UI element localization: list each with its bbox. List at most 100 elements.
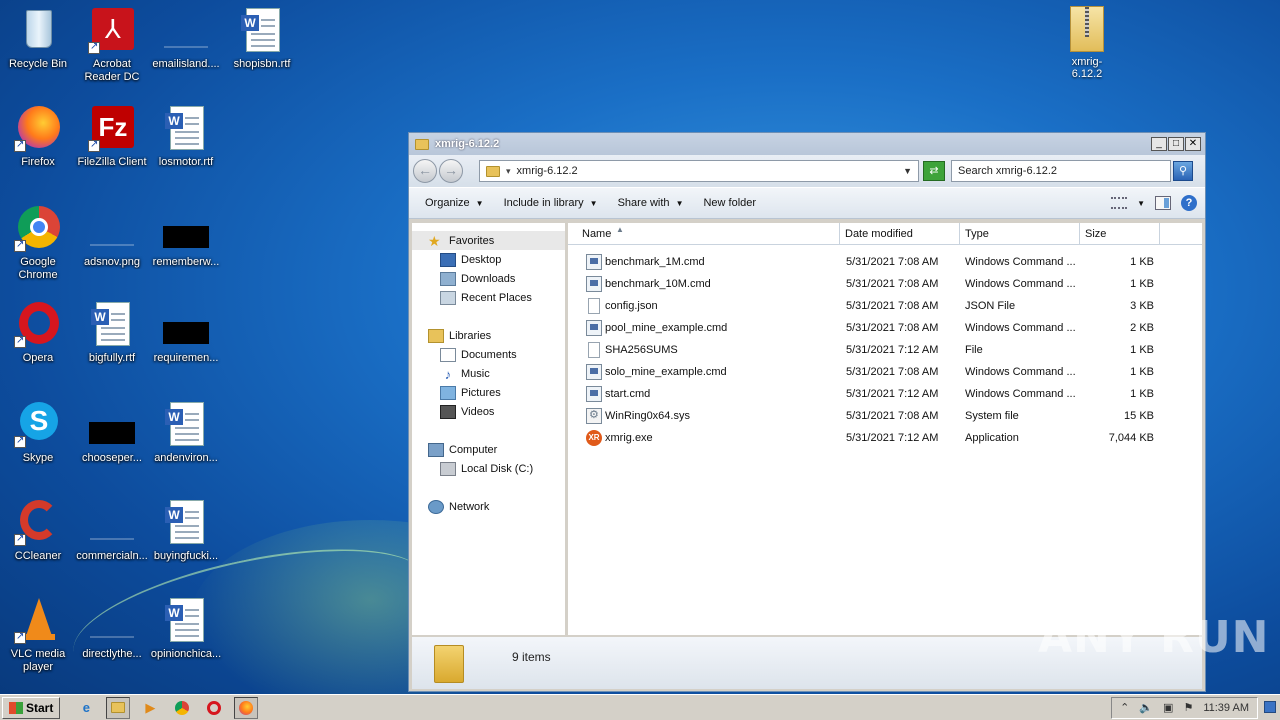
nav-videos[interactable]: Videos [412,402,565,421]
desktop-icon-shopisbn[interactable]: W shopisbn.rtf [224,6,300,71]
table-row[interactable]: benchmark_10M.cmd 5/31/2021 7:08 AM Window… [568,273,1202,295]
breadcrumb-chevron-icon[interactable]: ▾ [506,166,511,177]
file-name-cell[interactable]: solo_mine_example.cmd [568,364,840,380]
search-icon[interactable]: ⚲ [1173,161,1193,181]
nav-favorites[interactable]: ★ Favorites [412,231,565,250]
desktop-icon-skype[interactable]: S Skype [0,400,76,465]
title-bar[interactable]: xmrig-6.12.2 _ □ ✕ [409,133,1205,155]
speaker-icon[interactable]: 🔈 [1139,701,1153,714]
nav-downloads[interactable]: Downloads [412,269,565,288]
table-row[interactable]: start.cmd 5/31/2021 7:12 AM Windows Comman… [568,383,1202,405]
desktop-icon-vlc[interactable]: VLC media player [0,596,76,674]
desktop-icon-google-chrome[interactable]: Google Chrome [0,204,76,282]
table-row[interactable]: XR xmrig.exe 5/31/2021 7:12 AM Application 7… [568,427,1202,449]
file-name-cell[interactable]: WinRing0x64.sys [568,408,840,424]
flag-icon[interactable]: ⚑ [1183,701,1193,714]
help-icon[interactable]: ? [1181,195,1197,211]
desktop-icon-losmotor[interactable]: W losmotor.rtf [148,104,224,169]
table-row[interactable]: config.json 5/31/2021 7:08 AM JSON File 3 K… [568,295,1202,317]
file-name-cell[interactable]: config.json [568,298,840,314]
show-desktop-button[interactable] [1264,701,1276,713]
desktop-icon-andenviron[interactable]: W andenviron... [148,400,224,465]
column-header-date[interactable]: Date modified [840,223,960,244]
start-button[interactable]: Start [2,696,61,719]
file-icon [162,300,210,348]
column-header-name[interactable]: Name ▲ [568,223,840,244]
file-name-cell[interactable]: benchmark_1M.cmd [568,254,840,270]
desktop-icon-directlythe[interactable]: directlythe... [74,596,150,661]
nav-music[interactable]: ♪ Music [412,364,565,383]
network-tray-icon[interactable]: ▣ [1163,701,1173,714]
chevron-down-icon[interactable]: ▼ [1137,199,1145,208]
firefox-taskbar-icon[interactable] [234,696,259,719]
chevron-up-icon[interactable]: ⌃ [1120,701,1129,714]
column-header-type[interactable]: Type [960,223,1080,244]
change-view-icon[interactable] [1111,197,1128,209]
file-name-cell[interactable]: SHA256SUMS [568,342,840,358]
close-button[interactable]: ✕ [1185,137,1201,151]
desktop-icon-bigfully[interactable]: W bigfully.rtf [74,300,150,365]
file-name-cell[interactable]: pool_mine_example.cmd [568,320,840,336]
maximize-button[interactable]: □ [1168,137,1184,151]
nav-network[interactable]: Network [412,497,565,516]
network-icon [428,499,444,514]
desktop-icon-acrobat[interactable]: ⅄ Acrobat Reader DC [74,6,150,84]
nav-libraries[interactable]: Libraries [412,326,565,345]
videos-icon [440,404,456,419]
breadcrumb[interactable]: xmrig-6.12.2 [517,165,578,177]
clock[interactable]: 11:39 AM [1203,702,1249,714]
share-with-menu[interactable]: Share with ▼ [608,197,694,209]
desktop-icon-chooseper[interactable]: chooseper... [74,400,150,465]
desktop-icon-adsnov[interactable]: adsnov.png [74,204,150,269]
table-row[interactable]: WinRing0x64.sys 5/31/2021 7:08 AM System f… [568,405,1202,427]
file-name: xmrig.exe [605,432,653,444]
include-in-library-menu[interactable]: Include in library ▼ [494,197,608,209]
file-rows: benchmark_1M.cmd 5/31/2021 7:08 AM Windows… [568,245,1202,449]
preview-pane-icon[interactable] [1155,196,1171,210]
desktop-icon-opera[interactable]: Opera [0,300,76,365]
desktop-icon-opinionchica[interactable]: W opinionchica... [148,596,224,661]
desktop-icon-firefox[interactable]: Firefox [0,104,76,169]
forward-button[interactable]: → [439,159,463,183]
media-player-icon[interactable]: ▶ [138,697,162,719]
refresh-button[interactable]: ⇄ [923,161,945,181]
desktop-icon-emailisland[interactable]: emailisland.... [148,6,224,71]
internet-explorer-icon[interactable]: e [74,697,98,719]
nav-computer[interactable]: Computer [412,440,565,459]
cmd-file-icon [586,386,602,402]
nav-recent-places[interactable]: Recent Places [412,288,565,307]
chrome-taskbar-icon[interactable] [170,697,194,719]
file-name-cell[interactable]: benchmark_10M.cmd [568,276,840,292]
new-folder-button[interactable]: New folder [693,197,766,209]
desktop-icon-commercialn[interactable]: commercialn... [74,498,150,563]
column-header-size[interactable]: Size [1080,223,1160,244]
desktop-icon-ccleaner[interactable]: CCleaner [0,498,76,563]
desktop-icon-filezilla[interactable]: Fz FileZilla Client [74,104,150,169]
back-button[interactable]: ← [413,159,437,183]
file-name: pool_mine_example.cmd [605,322,728,334]
date-modified-cell: 5/31/2021 7:08 AM [846,256,939,268]
organize-menu[interactable]: Organize ▼ [415,197,494,209]
nav-pictures[interactable]: Pictures [412,383,565,402]
table-row[interactable]: solo_mine_example.cmd 5/31/2021 7:08 AM Wi… [568,361,1202,383]
desktop-icon-rememberw[interactable]: rememberw... [148,204,224,269]
desktop-icon-xmrig-folder[interactable]: xmrig-6.12.2 [1058,6,1116,80]
nav-desktop[interactable]: Desktop [412,250,565,269]
nav-documents[interactable]: Documents [412,345,565,364]
desktop-icon-requiremen[interactable]: requiremen... [148,300,224,365]
table-row[interactable]: pool_mine_example.cmd 5/31/2021 7:08 AM Wi… [568,317,1202,339]
minimize-button[interactable]: _ [1151,137,1167,151]
table-row[interactable]: benchmark_1M.cmd 5/31/2021 7:08 AM Windows… [568,251,1202,273]
skype-icon: S [14,400,62,448]
file-name-cell[interactable]: start.cmd [568,386,840,402]
nav-local-disk[interactable]: Local Disk (C:) [412,459,565,478]
opera-taskbar-icon[interactable] [202,697,226,719]
chevron-down-icon[interactable]: ▼ [903,166,912,176]
search-input[interactable]: Search xmrig-6.12.2 [951,160,1171,182]
table-row[interactable]: SHA256SUMS 5/31/2021 7:12 AM File 1 KB [568,339,1202,361]
desktop-icon-buyingfucki[interactable]: W buyingfucki... [148,498,224,563]
address-bar[interactable]: ▾ xmrig-6.12.2 ▼ [479,160,919,182]
explorer-taskbar-icon[interactable] [106,696,131,719]
file-name-cell[interactable]: XR xmrig.exe [568,430,840,446]
desktop-icon-recycle-bin[interactable]: Recycle Bin [0,6,76,71]
